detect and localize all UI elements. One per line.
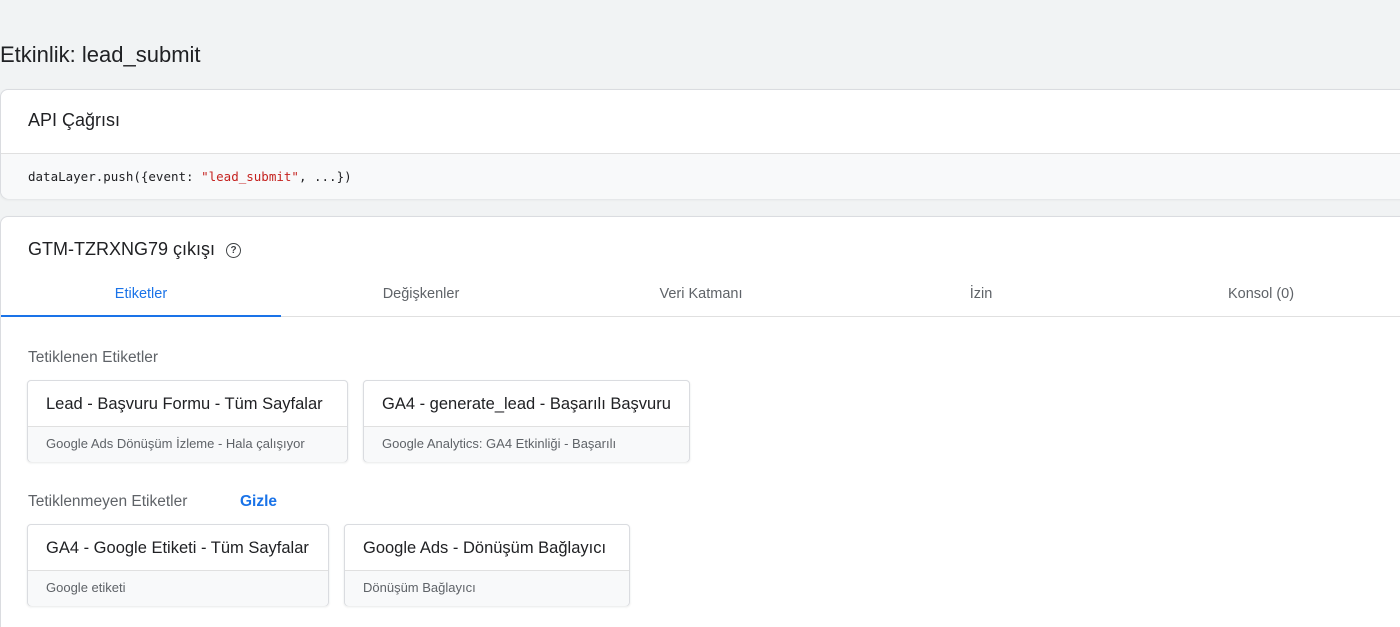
tag-detail: Dönüşüm Bağlayıcı: [345, 571, 629, 606]
tag-card-not-fired[interactable]: Google Ads - Dönüşüm Bağlayıcı Dönüşüm B…: [344, 524, 630, 606]
tag-detail: Google Ads Dönüşüm İzleme - Hala çalışıy…: [28, 427, 347, 462]
code-prefix: dataLayer.push({event:: [28, 169, 202, 184]
not-fired-tags-label: Tetiklenmeyen Etiketler: [28, 493, 188, 510]
tag-card-not-fired[interactable]: GA4 - Google Etiketi - Tüm Sayfalar Goog…: [27, 524, 329, 606]
help-icon[interactable]: ?: [226, 242, 242, 258]
tag-name: GA4 - generate_lead - Başarılı Başvuru: [364, 381, 689, 427]
tag-card-fired[interactable]: GA4 - generate_lead - Başarılı Başvuru G…: [363, 380, 690, 462]
output-header: GTM-TZRXNG79 çıkışı ?: [28, 239, 242, 260]
fired-tags-label: Tetiklenen Etiketler: [28, 349, 159, 366]
tab-tags[interactable]: Etiketler: [1, 273, 281, 317]
output-tabs: Etiketler Değişkenler Veri Katmanı İzin …: [1, 273, 1400, 317]
api-call-card: API Çağrısı dataLayer.push({event: "lead…: [0, 89, 1400, 199]
tab-variables[interactable]: Değişkenler: [281, 273, 561, 316]
code-suffix: , ...}): [298, 169, 352, 184]
api-call-code: dataLayer.push({event: "lead_submit", ..…: [1, 154, 1400, 199]
output-title: GTM-TZRXNG79 çıkışı: [28, 239, 216, 259]
container-output-card: GTM-TZRXNG79 çıkışı ? Etiketler Değişken…: [0, 216, 1400, 627]
tag-name: Google Ads - Dönüşüm Bağlayıcı: [345, 525, 629, 571]
tag-detail: Google Analytics: GA4 Etkinliği - Başarı…: [364, 427, 689, 462]
tag-name: GA4 - Google Etiketi - Tüm Sayfalar: [28, 525, 328, 571]
page: Etkinlik: lead_submit API Çağrısı dataLa…: [0, 0, 1400, 627]
tag-card-fired[interactable]: Lead - Başvuru Formu - Tüm Sayfalar Goog…: [27, 380, 348, 462]
code-event-string: "lead_submit": [201, 169, 299, 184]
tag-detail: Google etiketi: [28, 571, 328, 606]
tag-name: Lead - Başvuru Formu - Tüm Sayfalar: [28, 381, 347, 427]
tab-consent[interactable]: İzin: [841, 273, 1121, 316]
page-title: Etkinlik: lead_submit: [0, 42, 201, 67]
tab-data-layer[interactable]: Veri Katmanı: [561, 273, 841, 316]
api-call-title: API Çağrısı: [1, 90, 1400, 154]
tab-console[interactable]: Konsol (0): [1121, 273, 1400, 316]
hide-link[interactable]: Gizle: [240, 493, 277, 511]
